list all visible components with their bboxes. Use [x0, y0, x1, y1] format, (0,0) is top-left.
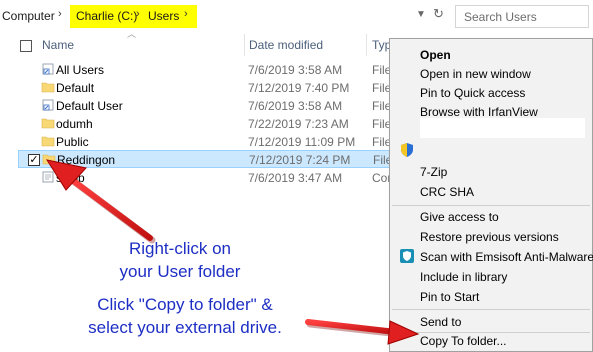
table-row[interactable]: odumh 7/22/2019 7:23 AM File — [18, 115, 395, 133]
chevron-right-icon[interactable]: › — [184, 8, 188, 20]
context-menu: Open Open in new window Pin to Quick acc… — [389, 38, 593, 352]
menu-item-browse-irfanview[interactable]: Browse with IrfanView — [420, 105, 538, 119]
file-date: 7/12/2019 7:24 PM — [249, 153, 351, 167]
column-date-modified[interactable]: Date modified — [249, 38, 323, 52]
table-row-selected[interactable]: ✓ Reddingon 7/12/2019 7:24 PM File — [18, 150, 395, 168]
menu-separator — [392, 309, 590, 310]
breadcrumb-computer[interactable]: Computer — [2, 9, 55, 23]
file-name: sktop — [56, 171, 85, 185]
desktop-ini-icon — [42, 171, 54, 183]
file-date: 7/12/2019 7:40 PM — [248, 81, 350, 95]
menu-item-copy-to-folder[interactable]: Copy To folder... — [420, 334, 507, 348]
table-row[interactable]: All Users 7/6/2019 3:58 AM File — [18, 61, 395, 79]
table-row[interactable]: sktop 7/6/2019 3:47 AM Cor — [18, 169, 395, 187]
breadcrumb-drive[interactable]: Charlie (C:) — [76, 9, 137, 23]
redacted-menu-item — [420, 118, 585, 138]
menu-item-scan-emsisoft[interactable]: Scan with Emsisoft Anti-Malware — [420, 250, 593, 264]
row-checkbox-checked[interactable]: ✓ — [28, 154, 40, 166]
menu-item-crc-sha[interactable]: CRC SHA — [420, 185, 474, 199]
annotation-right-click: Right-click on your User folder — [80, 237, 280, 283]
file-name: Default — [56, 81, 95, 95]
menu-item-pin-quick-access[interactable]: Pin to Quick access — [420, 86, 525, 100]
annotation-line: select your external drive. — [88, 318, 282, 337]
address-bar[interactable]: Computer › Charlie (C:) › Users › ▼ ↻ — [0, 0, 593, 33]
table-row[interactable]: Default 7/12/2019 7:40 PM File — [18, 79, 395, 97]
menu-separator — [392, 332, 590, 333]
folder-icon — [41, 118, 55, 129]
file-name: Public — [56, 135, 89, 149]
refresh-icon[interactable]: ↻ — [433, 6, 444, 22]
file-name: odumh — [56, 117, 93, 131]
file-date: 7/6/2019 3:58 AM — [248, 63, 343, 77]
search-input[interactable] — [456, 6, 588, 27]
file-date: 7/6/2019 3:58 AM — [248, 99, 343, 113]
annotation-line: Right-click on — [128, 239, 232, 258]
chevron-right-icon[interactable]: › — [136, 8, 140, 20]
annotation-copy-to-folder: Click "Copy to folder" & select your ext… — [60, 293, 310, 339]
column-divider[interactable] — [244, 34, 245, 56]
folder-icon — [41, 136, 55, 147]
shortcut-folder-icon — [42, 99, 54, 111]
chevron-right-icon[interactable]: › — [58, 8, 62, 20]
breadcrumb-users[interactable]: Users — [148, 9, 179, 23]
folder-icon — [41, 82, 55, 93]
file-name: Reddingon — [57, 153, 116, 167]
menu-separator — [392, 205, 590, 206]
folder-icon — [42, 154, 56, 165]
shield-icon — [401, 143, 413, 157]
menu-item-open[interactable]: Open — [420, 48, 451, 62]
menu-item-open-new-window[interactable]: Open in new window — [420, 67, 531, 81]
file-date: 7/22/2019 7:23 AM — [248, 117, 349, 131]
menu-item-pin-start[interactable]: Pin to Start — [420, 290, 479, 304]
column-name[interactable]: Name — [42, 38, 74, 52]
menu-item-7zip[interactable]: 7-Zip — [420, 165, 447, 179]
sort-ascending-icon: ︿ — [127, 29, 137, 39]
annotation-line: Click "Copy to folder" & — [97, 295, 273, 314]
file-name: Default User — [56, 99, 123, 113]
menu-item-give-access[interactable]: Give access to — [420, 210, 499, 224]
shortcut-folder-icon — [42, 63, 54, 75]
menu-item-include-library[interactable]: Include in library — [420, 270, 507, 284]
table-row[interactable]: Default User 7/6/2019 3:58 AM File — [18, 97, 395, 115]
table-row[interactable]: Public 7/12/2019 11:09 PM File — [18, 133, 395, 151]
menu-item-send-to[interactable]: Send to — [420, 315, 461, 329]
column-divider[interactable] — [366, 34, 367, 56]
menu-item-restore-versions[interactable]: Restore previous versions — [420, 230, 559, 244]
emsisoft-shield-icon — [400, 249, 414, 263]
annotation-line: your User folder — [119, 262, 241, 281]
file-date: 7/12/2019 11:09 PM — [248, 135, 356, 149]
file-date: 7/6/2019 3:47 AM — [248, 171, 343, 185]
search-box[interactable] — [455, 5, 589, 28]
history-dropdown-icon[interactable]: ▼ — [416, 9, 426, 20]
file-name: All Users — [56, 63, 105, 77]
